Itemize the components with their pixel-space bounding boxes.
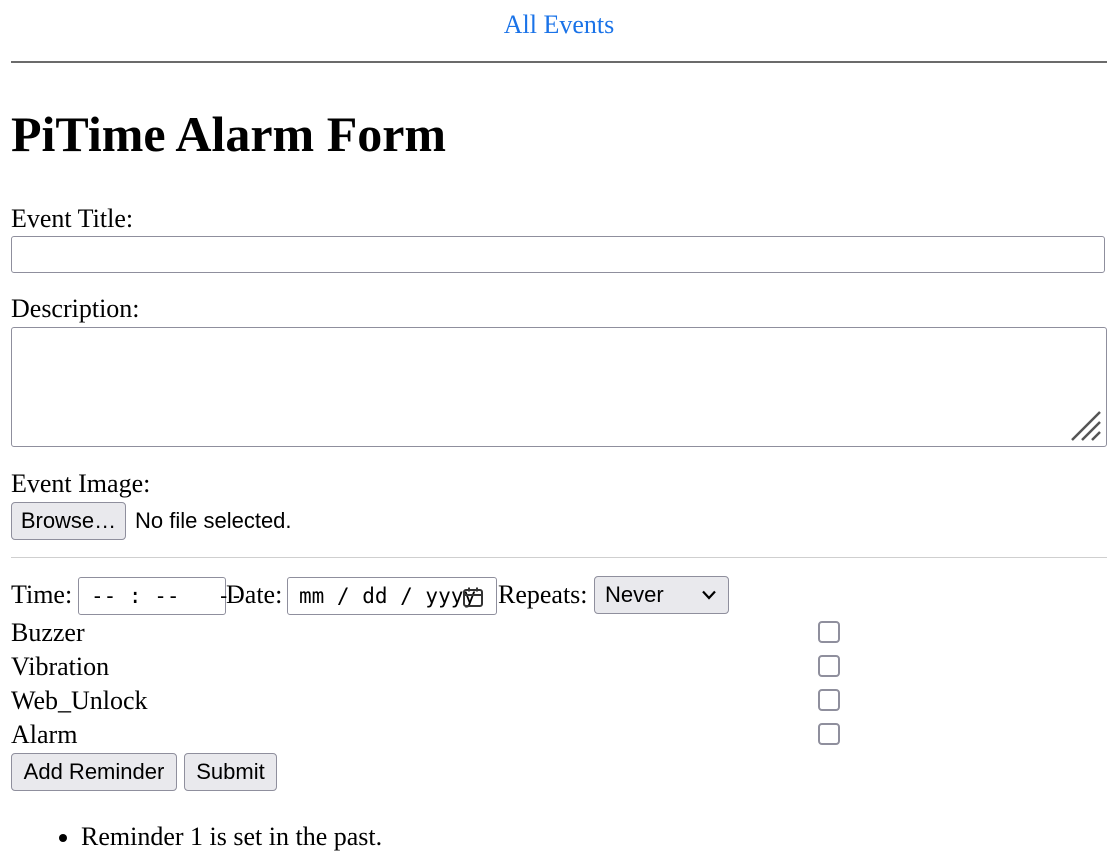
reminder-list: Reminder 1 is set in the past. <box>11 820 382 854</box>
file-status-text: No file selected. <box>135 508 292 533</box>
chevron-down-icon <box>702 590 716 600</box>
option-label-buzzer: Buzzer <box>11 618 85 647</box>
option-label-vibration: Vibration <box>11 652 110 681</box>
option-label-alarm: Alarm <box>11 720 78 749</box>
resize-grip-icon[interactable] <box>1070 410 1102 442</box>
web-unlock-checkbox[interactable] <box>818 689 840 711</box>
submit-button[interactable]: Submit <box>184 753 277 791</box>
alarm-checkbox[interactable] <box>818 723 840 745</box>
time-input-placeholder: -- : -- -- <box>91 584 243 608</box>
calendar-icon[interactable] <box>461 585 485 609</box>
repeats-select[interactable]: Never <box>594 576 729 614</box>
browse-button[interactable]: Browse… <box>11 502 126 540</box>
top-nav: All Events <box>11 0 1107 63</box>
date-label: Date: <box>226 580 283 609</box>
description-textarea[interactable] <box>11 327 1107 447</box>
option-label-web-unlock: Web_Unlock <box>11 686 148 715</box>
add-reminder-button[interactable]: Add Reminder <box>11 753 177 791</box>
alarm-form-page: All Events PiTime Alarm Form Event Title… <box>11 0 1107 851</box>
buzzer-checkbox[interactable] <box>818 621 840 643</box>
description-label: Description: <box>11 294 140 323</box>
list-item: Reminder 1 is set in the past. <box>81 820 382 854</box>
time-input[interactable]: -- : -- -- <box>78 577 243 615</box>
page-title: PiTime Alarm Form <box>11 106 447 162</box>
date-input[interactable]: mm / dd / yyyy <box>287 577 497 615</box>
time-label: Time: <box>11 580 73 609</box>
event-title-label: Event Title: <box>11 204 134 233</box>
repeats-label: Repeats: <box>498 580 588 609</box>
date-input-placeholder: mm / dd / yyyy <box>299 584 477 608</box>
vibration-checkbox[interactable] <box>818 655 840 677</box>
event-image-label: Event Image: <box>11 469 151 498</box>
section-divider <box>11 557 1107 558</box>
repeats-selected-value: Never <box>605 582 664 607</box>
event-title-input[interactable] <box>11 236 1105 273</box>
all-events-link[interactable]: All Events <box>11 10 1107 40</box>
